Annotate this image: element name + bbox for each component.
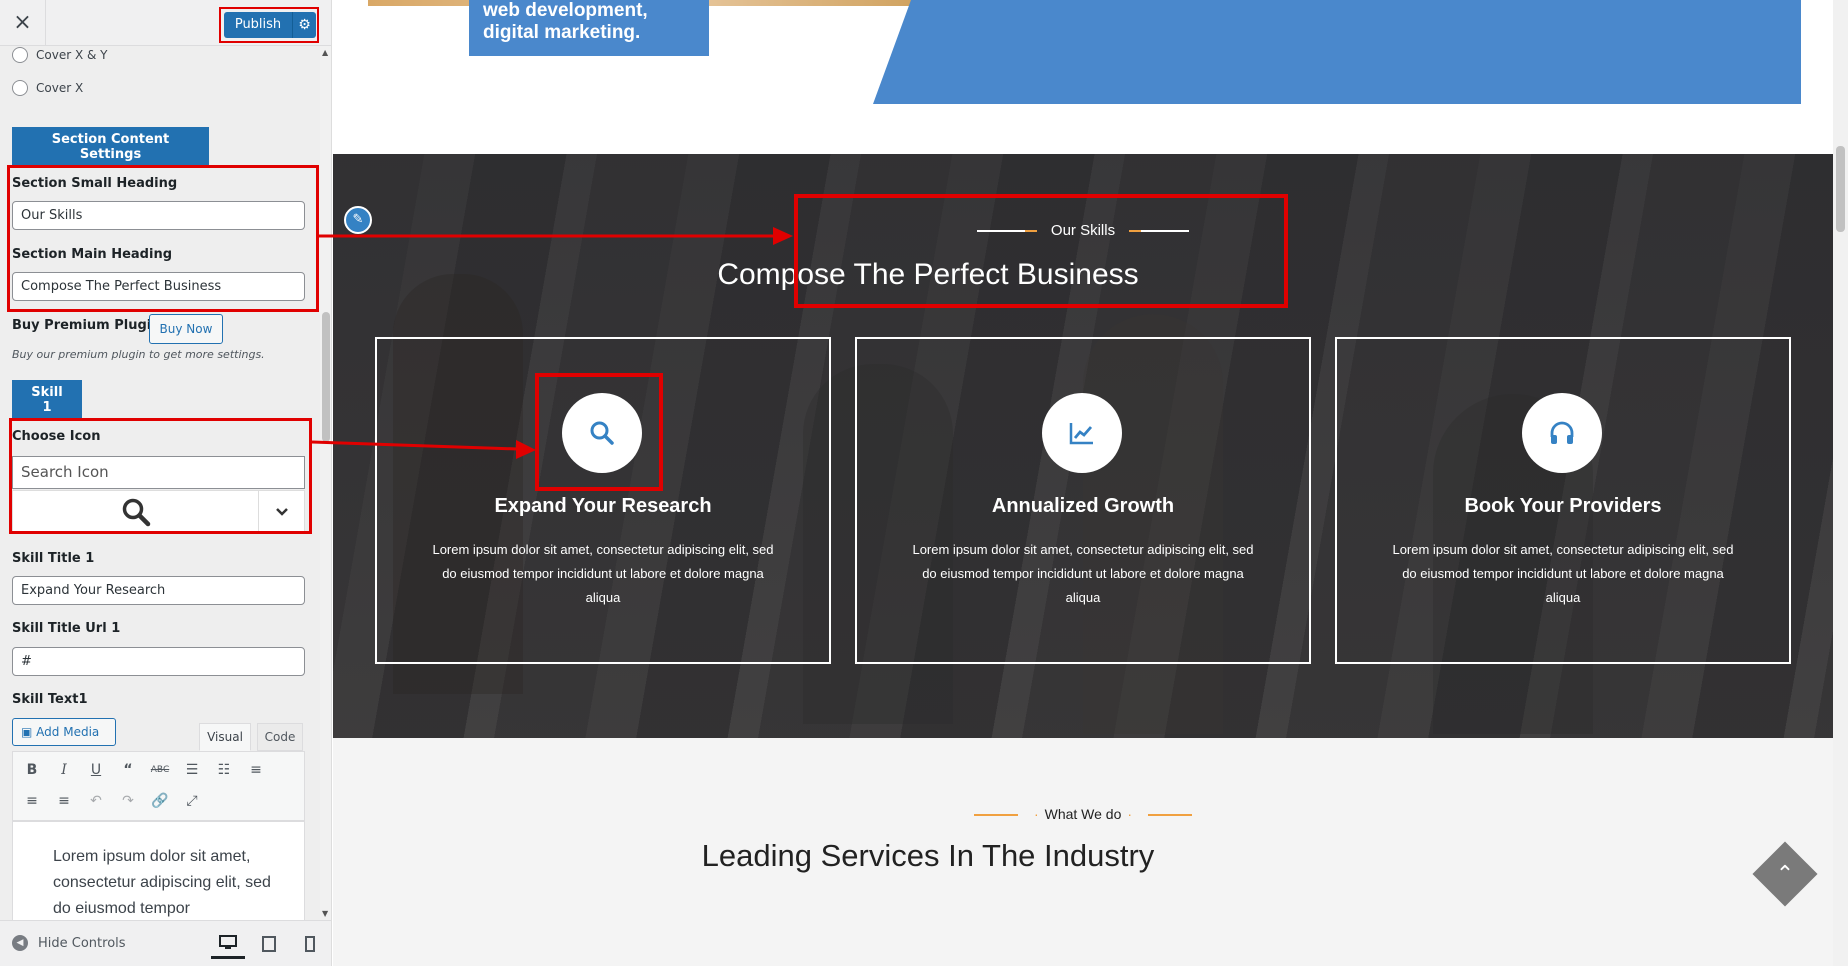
underline-icon[interactable]: U [83, 757, 109, 783]
tablet-icon [262, 936, 276, 952]
blockquote-icon[interactable]: “ [115, 757, 141, 783]
services-small-heading-text: What We do [1044, 806, 1122, 822]
add-media-button[interactable]: ▣ Add Media [12, 718, 116, 746]
align-left-icon[interactable]: ≡ [243, 757, 269, 783]
align-right-icon[interactable]: ≡ [51, 788, 77, 814]
heading-decor-dot: · [1127, 806, 1133, 822]
preview-scroll-thumb[interactable] [1836, 146, 1845, 232]
undo-icon[interactable]: ↶ [83, 788, 109, 814]
skill-text: Lorem ipsum dolor sit amet, consectetur … [1392, 542, 1734, 605]
chevron-up-icon: ⌃ [1775, 861, 1795, 887]
skill-text: Lorem ipsum dolor sit amet, consectetur … [912, 542, 1254, 605]
search-icon [590, 421, 614, 445]
scroll-down-arrow[interactable]: ▼ [322, 909, 328, 918]
strikethrough-icon[interactable]: ABC [147, 757, 173, 783]
sidebar-footer: ◀ Hide Controls [0, 920, 331, 966]
fullscreen-icon[interactable]: ⤢ [179, 788, 205, 814]
skill-icon-circle [1042, 393, 1122, 473]
services-small-heading: · What We do · [333, 806, 1833, 822]
skill-text: Lorem ipsum dolor sit amet, consectetur … [432, 542, 774, 605]
buy-premium-label: Buy Premium Plugin [12, 318, 161, 333]
hero-caption: web development, digital marketing. [469, 0, 709, 56]
sidebar-controls[interactable]: Cover X & Y Cover X Section Content Sett… [0, 46, 320, 920]
heading-decor-line [976, 230, 1037, 233]
desktop-icon [219, 934, 237, 949]
bullet-list-icon[interactable]: ☰ [179, 757, 205, 783]
radio-cover-x-y[interactable]: Cover X & Y [12, 47, 108, 63]
bold-icon[interactable]: B [19, 757, 45, 783]
heading-decor-dot: · [1033, 806, 1039, 822]
tab-code[interactable]: Code [257, 723, 303, 751]
skill-title-label: Skill Title 1 [12, 551, 95, 566]
skill-card: Expand Your Research Lorem ipsum dolor s… [375, 337, 831, 664]
close-customizer-button[interactable]: × [0, 0, 46, 46]
headphones-icon [1550, 421, 1574, 444]
sidebar-header: × Publish ⚙ [0, 0, 331, 46]
back-to-top-button[interactable]: ⌃ [1752, 841, 1818, 907]
add-media-label: Add Media [36, 725, 100, 739]
redo-icon[interactable]: ↷ [115, 788, 141, 814]
skill-title[interactable]: Expand Your Research [377, 495, 829, 518]
skill-card: Annualized Growth Lorem ipsum dolor sit … [855, 337, 1311, 664]
heading-decor-line [973, 814, 1018, 817]
radio-circle[interactable] [12, 47, 28, 63]
radio-circle[interactable] [12, 80, 28, 96]
skill-card: Book Your Providers Lorem ipsum dolor si… [1335, 337, 1791, 664]
headings-highlight-box [7, 165, 319, 312]
publish-settings-gear-icon[interactable]: ⚙ [292, 12, 316, 38]
section-content-settings-heading: Section Content Settings [12, 127, 209, 167]
services-main-heading: Leading Services In The Industry [701, 838, 1155, 873]
skills-section: ✎ Our Skills Compose The Perfect Busines… [333, 154, 1833, 738]
skill-url-label: Skill Title Url 1 [12, 621, 121, 636]
hide-controls-label: Hide Controls [38, 935, 126, 951]
skills-small-heading-text: Our Skills [1050, 222, 1116, 239]
chart-line-icon [1069, 423, 1093, 445]
mobile-preview-button[interactable] [293, 929, 327, 959]
skill-text-label: Skill Text1 [12, 692, 88, 707]
tab-visual[interactable]: Visual [199, 723, 251, 751]
editor-toolbar: B I U “ ABC ☰ ☷ ≡ ≡ ≡ ↶ ↷ 🔗 ⤢ [12, 751, 305, 821]
skills-main-heading: Compose The Perfect Business [717, 258, 1139, 291]
sidebar-scroll-thumb[interactable] [322, 312, 330, 442]
skill-url-input[interactable]: # [12, 647, 305, 676]
media-icon: ▣ [21, 725, 33, 739]
buy-now-button[interactable]: Buy Now [149, 314, 223, 344]
skill-title[interactable]: Book Your Providers [1337, 495, 1789, 518]
customizer-sidebar: × Publish ⚙ Cover X & Y Cover X Section … [0, 0, 332, 966]
publish-button[interactable]: Publish [224, 12, 292, 38]
skill-title-input[interactable]: Expand Your Research [12, 576, 305, 605]
mobile-icon [305, 936, 315, 952]
radio-label: Cover X [36, 81, 84, 95]
radio-label: Cover X & Y [36, 48, 108, 62]
site-preview[interactable]: web development, digital marketing. ✎ Ou… [333, 0, 1848, 966]
radio-cover-x[interactable]: Cover X [12, 80, 83, 96]
skill-1-heading: Skill 1 [12, 380, 82, 420]
skill-text-editor[interactable]: Lorem ipsum dolor sit amet, consectetur … [12, 821, 305, 920]
heading-decor-line [1129, 230, 1190, 233]
link-icon[interactable]: 🔗 [147, 788, 173, 814]
italic-icon[interactable]: I [51, 757, 77, 783]
heading-decor-line [1148, 814, 1193, 817]
buy-premium-description: Buy our premium plugin to get more setti… [12, 348, 265, 361]
skills-small-heading: Our Skills [333, 222, 1833, 239]
hero-blue-shape [873, 0, 1801, 104]
skill-icon-circle [562, 393, 642, 473]
tablet-preview-button[interactable] [252, 929, 286, 959]
align-center-icon[interactable]: ≡ [19, 788, 45, 814]
hide-controls-button[interactable]: ◀ Hide Controls [12, 935, 126, 951]
skill-icon-circle [1522, 393, 1602, 473]
skill-title[interactable]: Annualized Growth [857, 495, 1309, 518]
sidebar-scrollbar[interactable]: ▲ ▼ [320, 46, 331, 920]
services-section: · What We do · Leading Services In The Ind… [333, 738, 1833, 966]
scroll-up-arrow[interactable]: ▲ [322, 48, 328, 57]
choose-icon-highlight-box [9, 418, 312, 534]
publish-highlight-box: Publish ⚙ [219, 7, 319, 43]
collapse-icon: ◀ [12, 935, 28, 951]
preview-scrollbar[interactable] [1833, 0, 1848, 966]
numbered-list-icon[interactable]: ☷ [211, 757, 237, 783]
desktop-preview-button[interactable] [211, 929, 245, 959]
